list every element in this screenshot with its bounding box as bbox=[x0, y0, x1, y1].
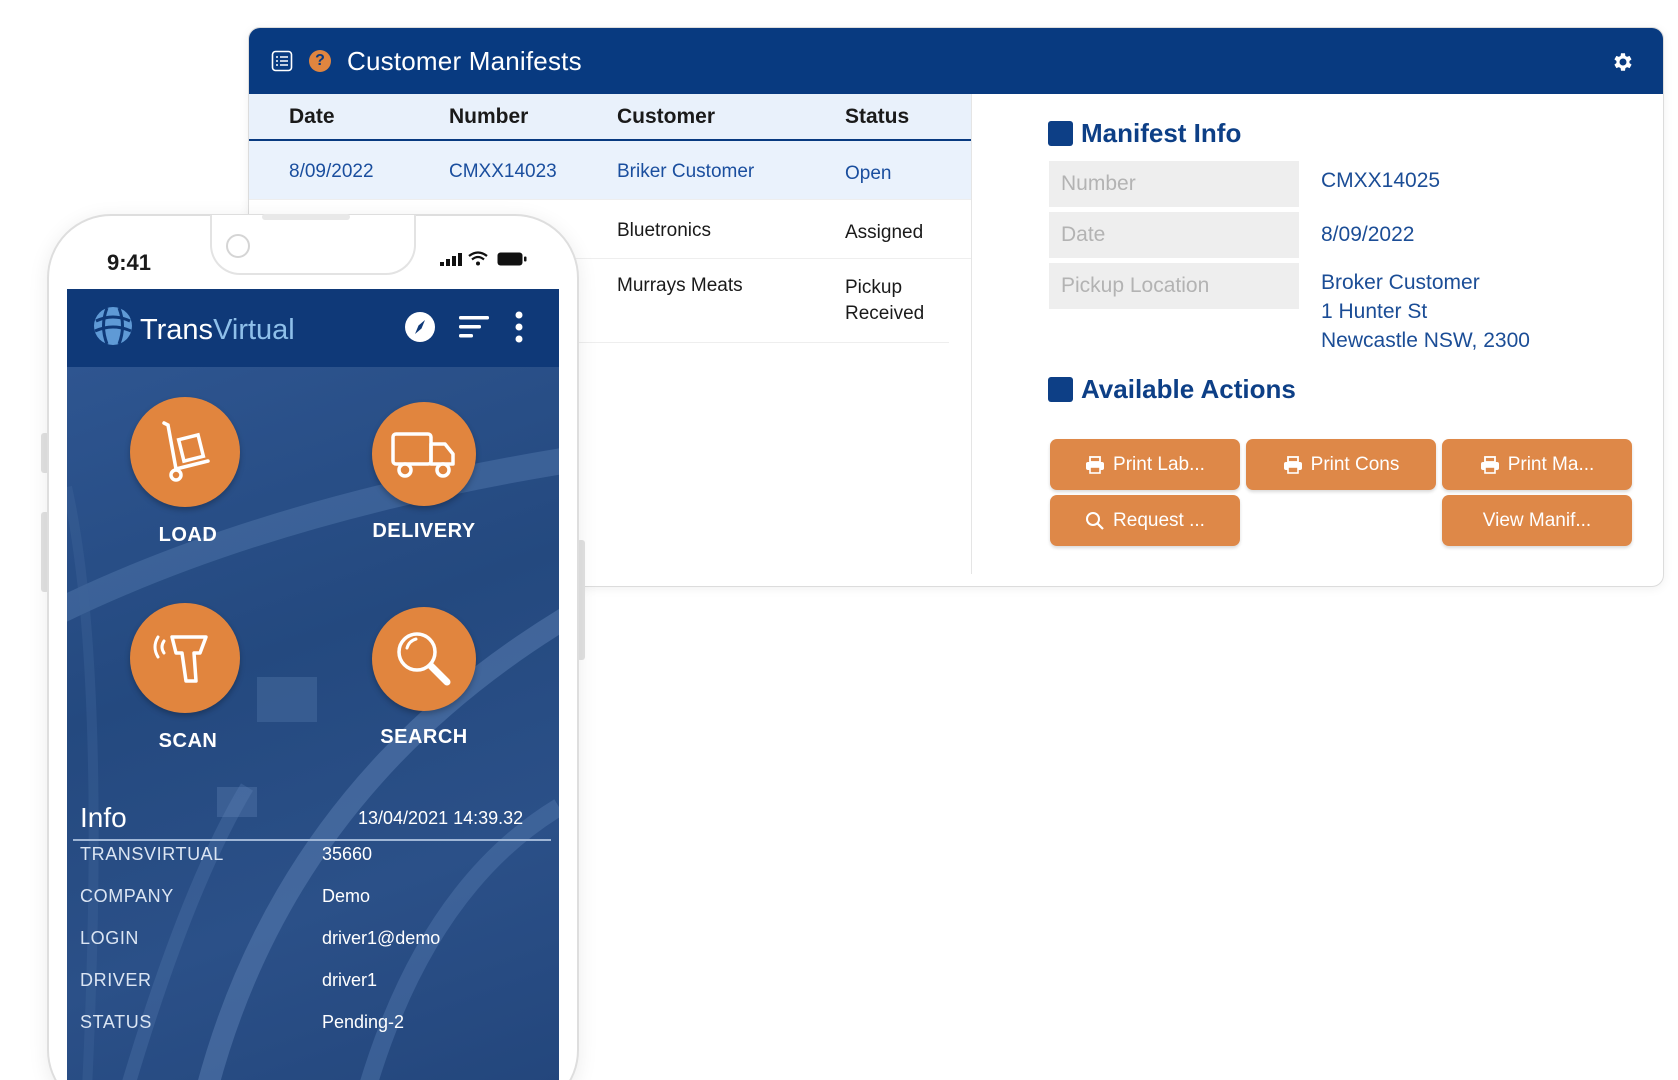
pane-divider bbox=[971, 94, 972, 574]
load-label: LOAD bbox=[158, 524, 218, 546]
logo-trans: Trans bbox=[140, 314, 214, 346]
info-value: driver1 bbox=[322, 970, 378, 990]
date-label: Date bbox=[1049, 212, 1299, 258]
info-key: STATUS bbox=[80, 1012, 152, 1032]
search-icon bbox=[1086, 511, 1104, 530]
scan-tile[interactable] bbox=[130, 603, 240, 713]
search-label: SEARCH bbox=[380, 726, 468, 748]
filter-icon[interactable] bbox=[459, 314, 489, 340]
request-label: Request ... bbox=[1113, 509, 1205, 531]
speaker-grill bbox=[262, 214, 350, 220]
info-key: TRANSVIRTUAL bbox=[80, 844, 224, 864]
help-icon[interactable]: ? bbox=[309, 50, 331, 72]
info-value: Pending-2 bbox=[322, 1012, 405, 1032]
scan-label: SCAN bbox=[158, 730, 218, 752]
address-line: Newcastle NSW, 2300 bbox=[1321, 329, 1530, 352]
window-header: ? Customer Manifests bbox=[249, 28, 1663, 94]
header-status[interactable]: Status bbox=[845, 105, 909, 129]
info-divider bbox=[73, 839, 551, 841]
row-date: 8/09/2022 bbox=[289, 161, 374, 182]
delivery-tile[interactable] bbox=[372, 402, 476, 506]
print-labels-label: Print Lab... bbox=[1113, 453, 1205, 475]
print-manifest-label: Print Ma... bbox=[1507, 453, 1595, 475]
printer-icon bbox=[1480, 455, 1499, 474]
row-number: CMXX14023 bbox=[449, 161, 557, 182]
row-status: Pickup Received bbox=[845, 275, 924, 327]
row-status-line: Received bbox=[845, 303, 925, 324]
more-vert-icon[interactable] bbox=[514, 311, 524, 343]
app-logo: TransVirtual bbox=[140, 314, 295, 347]
available-actions-heading: Available Actions bbox=[1048, 374, 1296, 405]
header-number[interactable]: Number bbox=[449, 105, 528, 129]
info-title: Info bbox=[80, 802, 127, 833]
number-label: Number bbox=[1049, 161, 1299, 207]
date-value: 8/09/2022 bbox=[1321, 223, 1415, 246]
window-title: Customer Manifests bbox=[347, 45, 582, 76]
wifi-icon bbox=[468, 251, 488, 266]
battery-icon bbox=[497, 252, 527, 266]
row-customer: Briker Customer bbox=[617, 161, 755, 182]
magnifier-icon bbox=[397, 632, 451, 686]
row-status: Open bbox=[845, 163, 892, 184]
printer-icon bbox=[1283, 455, 1302, 474]
printer-icon bbox=[1086, 455, 1105, 474]
info-value: driver1@demo bbox=[322, 928, 441, 948]
print-labels-button[interactable]: Print Lab... bbox=[1050, 439, 1240, 490]
logo-virtual: Virtual bbox=[213, 314, 295, 346]
request-button[interactable]: Request ... bbox=[1050, 495, 1240, 546]
gear-icon[interactable] bbox=[1611, 50, 1635, 74]
list-icon[interactable] bbox=[271, 50, 293, 72]
info-value: Demo bbox=[322, 886, 371, 906]
globe-logo-icon bbox=[94, 307, 132, 345]
address-line: Broker Customer bbox=[1321, 271, 1480, 294]
row-customer: Murrays Meats bbox=[617, 275, 743, 296]
table-header: Date Number Customer Status bbox=[249, 94, 971, 141]
load-tile[interactable] bbox=[130, 397, 240, 507]
number-value: CMXX14025 bbox=[1321, 169, 1441, 192]
print-cons-label: Print Cons bbox=[1310, 453, 1400, 475]
info-key: COMPANY bbox=[80, 886, 174, 906]
header-date[interactable]: Date bbox=[289, 105, 335, 129]
row-status: Assigned bbox=[845, 222, 924, 243]
truck-icon bbox=[391, 432, 455, 478]
row-customer: Bluetronics bbox=[617, 220, 711, 241]
signal-icon bbox=[440, 253, 462, 266]
table-row[interactable]: 8/09/2022 CMXX14023 Briker Customer Open bbox=[249, 141, 971, 200]
search-tile[interactable] bbox=[372, 607, 476, 711]
info-key: DRIVER bbox=[80, 970, 152, 990]
view-manifest-button[interactable]: View Manif... bbox=[1442, 495, 1632, 546]
manifest-info-heading: Manifest Info bbox=[1048, 118, 1241, 149]
address-line: 1 Hunter St bbox=[1321, 300, 1428, 323]
row-status-line: Pickup bbox=[845, 277, 903, 298]
section-marker bbox=[1048, 377, 1073, 402]
status-time: 9:41 bbox=[107, 250, 152, 275]
info-timestamp: 13/04/2021 14:39.32 bbox=[358, 808, 524, 828]
available-actions-title: Available Actions bbox=[1081, 374, 1296, 404]
front-camera bbox=[226, 234, 250, 258]
compass-icon[interactable] bbox=[404, 311, 436, 343]
pickup-location-value: Broker Customer 1 Hunter St Newcastle NS… bbox=[1321, 268, 1530, 355]
delivery-label: DELIVERY bbox=[372, 520, 476, 542]
manifest-info-title: Manifest Info bbox=[1081, 118, 1242, 148]
scanner-icon bbox=[153, 635, 208, 683]
print-cons-button[interactable]: Print Cons bbox=[1246, 439, 1436, 490]
section-marker bbox=[1048, 121, 1073, 146]
print-manifest-button[interactable]: Print Ma... bbox=[1442, 439, 1632, 490]
hand-truck-icon bbox=[162, 421, 210, 482]
info-value: 35660 bbox=[322, 844, 373, 864]
pickup-location-label: Pickup Location bbox=[1049, 263, 1299, 309]
view-manifest-label: View Manif... bbox=[1482, 509, 1592, 531]
info-key: LOGIN bbox=[80, 928, 140, 948]
header-customer[interactable]: Customer bbox=[617, 105, 715, 129]
